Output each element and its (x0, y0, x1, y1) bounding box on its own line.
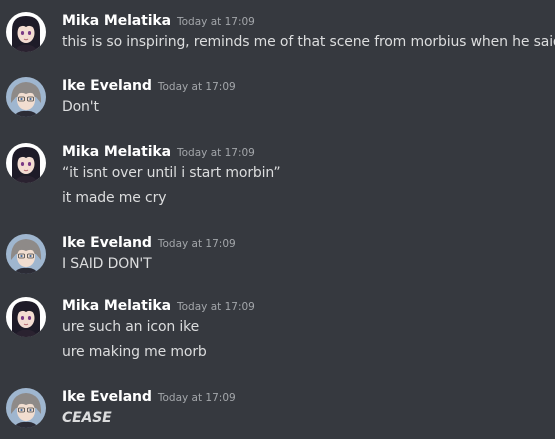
ike-avatar-icon[interactable] (6, 234, 46, 274)
message-header: Ike Eveland Today at 17:09 (62, 77, 236, 97)
message-text: this is so inspiring, reminds me of that… (62, 34, 555, 50)
message-text: “it isnt over until i start morbin” (62, 165, 281, 181)
username[interactable]: Mika Melatika (62, 298, 171, 314)
username[interactable]: Mika Melatika (62, 144, 171, 160)
username[interactable]: Ike Eveland (62, 389, 152, 405)
message-text: Don't (62, 99, 99, 115)
timestamp: Today at 17:09 (176, 301, 255, 313)
mika-avatar-icon[interactable] (6, 143, 46, 183)
message-text: ure such an icon ike (62, 319, 200, 335)
message-header: Ike Eveland Today at 17:09 (62, 234, 236, 254)
timestamp: Today at 17:09 (157, 392, 236, 404)
message-text: I SAID DON'T (62, 256, 152, 272)
username[interactable]: Ike Eveland (62, 78, 152, 94)
timestamp: Today at 17:09 (176, 147, 255, 159)
mika-avatar-icon[interactable] (6, 12, 46, 52)
username[interactable]: Ike Eveland (62, 235, 152, 251)
chat-message-list: Mika Melatika Today at 17:09 this is so i… (0, 0, 555, 439)
timestamp: Today at 17:09 (157, 81, 236, 93)
timestamp: Today at 17:09 (157, 238, 236, 250)
mika-avatar-icon[interactable] (6, 297, 46, 337)
message-header: Mika Melatika Today at 17:09 (62, 143, 255, 163)
message-text: CEASE (62, 410, 112, 426)
message-text: it made me cry (62, 190, 167, 206)
message-header: Mika Melatika Today at 17:09 (62, 297, 255, 317)
message-header: Mika Melatika Today at 17:09 (62, 12, 255, 32)
username[interactable]: Mika Melatika (62, 13, 171, 29)
timestamp: Today at 17:09 (176, 16, 255, 28)
ike-avatar-icon[interactable] (6, 388, 46, 428)
message-header: Ike Eveland Today at 17:09 (62, 388, 236, 408)
ike-avatar-icon[interactable] (6, 77, 46, 117)
message-text: ure making me morb (62, 344, 207, 360)
